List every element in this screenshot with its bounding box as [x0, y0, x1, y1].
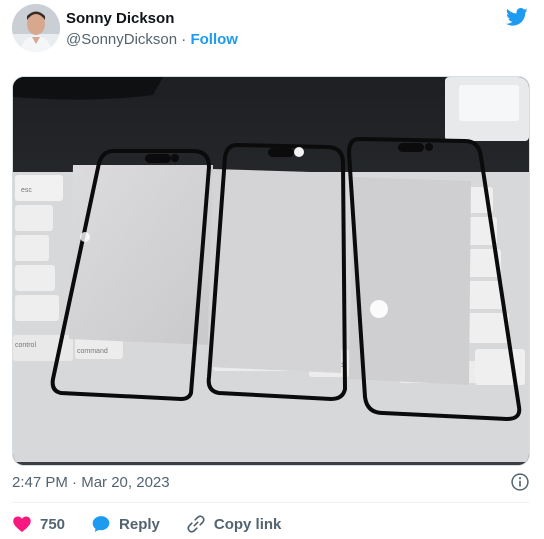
paper-sheet-left: [69, 165, 213, 345]
like-count: 750: [40, 515, 66, 533]
author-handle[interactable]: @SonnyDickson: [66, 31, 177, 48]
reply-button[interactable]: Reply: [91, 514, 160, 534]
tweet-timestamp[interactable]: 2:47 PM · Mar 20, 2023: [12, 474, 170, 491]
reply-label: Reply: [119, 515, 160, 533]
reply-bubble-icon: [92, 516, 110, 532]
key-command-left: command: [77, 348, 108, 355]
info-icon[interactable]: [510, 472, 530, 492]
follow-button[interactable]: Follow: [190, 31, 238, 48]
tweet-actions: 750 Reply Copy link: [12, 512, 307, 536]
timestamp-separator: ·: [72, 474, 78, 491]
twitter-bird-icon[interactable]: [504, 6, 530, 28]
photo-scene: esc control command command option: [13, 77, 529, 465]
heart-icon: [13, 516, 31, 532]
key-control: control: [15, 342, 36, 349]
author-handle-row: @SonnyDickson · Follow: [66, 31, 238, 48]
tweet-card: Sonny Dickson @SonnyDickson · Follow esc…: [0, 0, 544, 539]
divider: [12, 502, 530, 503]
copy-link-label: Copy link: [213, 515, 282, 533]
avatar[interactable]: [12, 4, 60, 52]
paper-sheet-right: [349, 177, 471, 385]
handle-separator: ·: [181, 31, 187, 48]
tweet-photo[interactable]: esc control command command option: [12, 76, 530, 466]
paper-sheet-middle: [207, 169, 343, 373]
tweet-time: 2:47 PM: [12, 474, 68, 491]
link-icon: [187, 515, 205, 533]
author-name[interactable]: Sonny Dickson: [66, 10, 174, 27]
tweet-date: Mar 20, 2023: [81, 474, 170, 491]
copy-link-button[interactable]: Copy link: [186, 514, 282, 534]
like-button[interactable]: 750: [12, 514, 65, 534]
key-esc: esc: [21, 187, 32, 194]
